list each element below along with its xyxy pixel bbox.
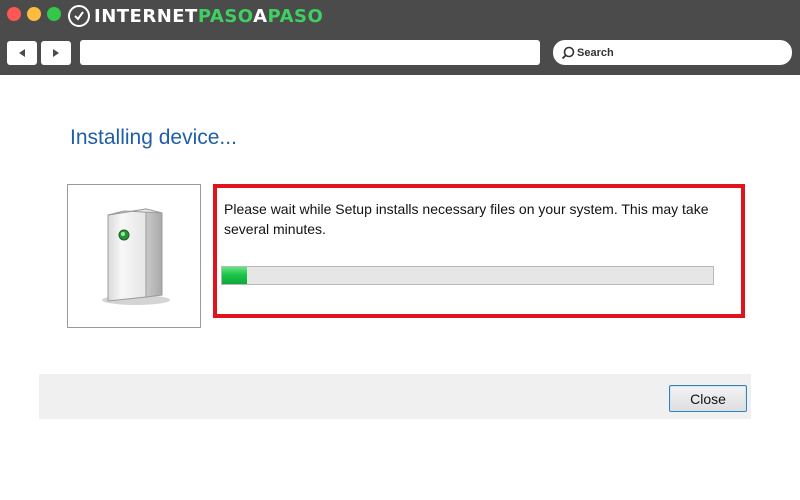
address-bar[interactable] bbox=[80, 40, 540, 65]
forward-button[interactable] bbox=[41, 41, 71, 65]
device-image-frame bbox=[67, 184, 201, 328]
install-progress-bar bbox=[221, 266, 714, 285]
minimize-window-button[interactable] bbox=[27, 7, 41, 21]
site-logo: INTERNETPASOAPASO bbox=[68, 4, 323, 28]
triangle-right-icon bbox=[53, 49, 59, 57]
logo-mark-icon bbox=[68, 5, 90, 27]
back-button[interactable] bbox=[7, 41, 37, 65]
logo-text: INTERNETPASOAPASO bbox=[94, 5, 324, 27]
browser-toolbar: INTERNETPASOAPASO Search bbox=[0, 0, 800, 75]
progress-fill bbox=[222, 267, 247, 284]
pc-tower-icon bbox=[102, 208, 170, 305]
close-window-button[interactable] bbox=[7, 7, 21, 21]
dialog-footer bbox=[39, 374, 751, 419]
close-button[interactable]: Close bbox=[669, 385, 747, 412]
search-icon bbox=[561, 46, 575, 59]
search-label: Search bbox=[577, 46, 614, 59]
maximize-window-button[interactable] bbox=[47, 7, 61, 21]
triangle-left-icon bbox=[19, 49, 25, 57]
search-field[interactable]: Search bbox=[553, 40, 792, 65]
dialog-title: Installing device... bbox=[70, 126, 237, 149]
install-message: Please wait while Setup installs necessa… bbox=[224, 201, 709, 237]
